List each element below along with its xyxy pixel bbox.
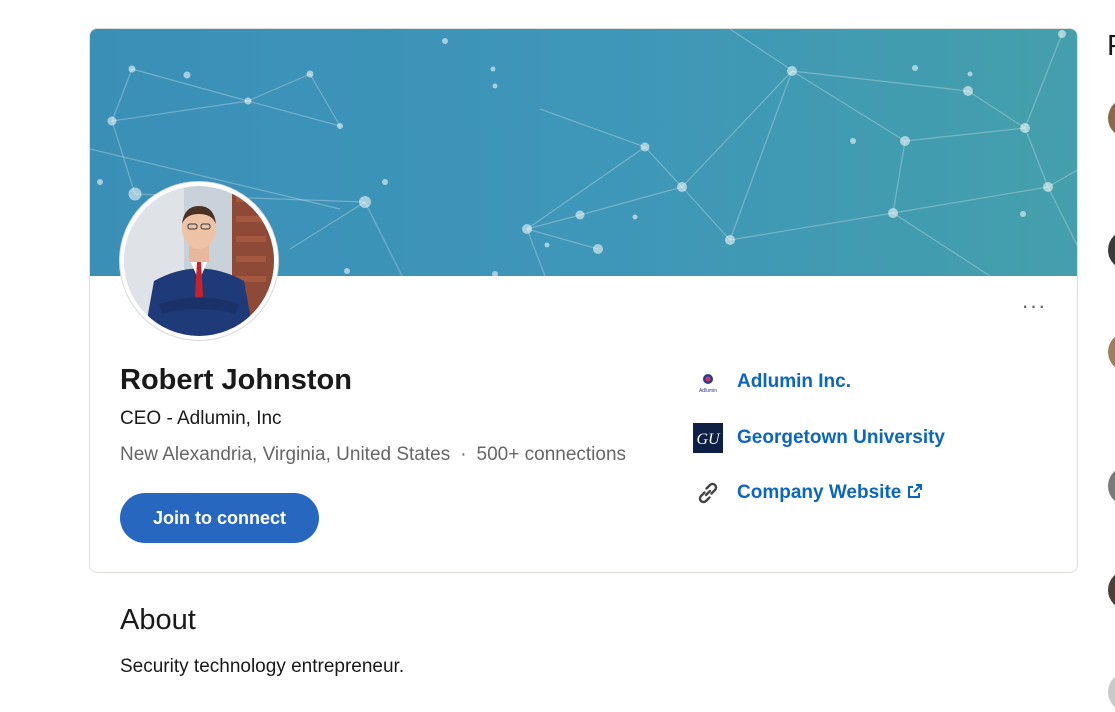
sidebar-avatar[interactable] xyxy=(1108,570,1115,610)
link-label[interactable]: Georgetown University xyxy=(737,427,945,449)
about-heading: About xyxy=(120,604,196,636)
link-georgetown[interactable]: GU Georgetown University xyxy=(693,422,945,454)
link-adlumin[interactable]: Adlumin Adlumin Inc. xyxy=(693,366,851,398)
more-options-button[interactable]: ··· xyxy=(1019,295,1049,317)
external-link-icon xyxy=(907,483,923,504)
link-label[interactable]: Company Website xyxy=(737,482,901,504)
profile-connections[interactable]: 500+ connections xyxy=(477,444,626,465)
sidebar-avatar[interactable] xyxy=(1108,672,1115,712)
link-company-website[interactable]: Company Website xyxy=(693,477,923,509)
sidebar-avatar[interactable] xyxy=(1108,466,1115,506)
link-label[interactable]: Adlumin Inc. xyxy=(737,371,851,393)
avatar xyxy=(120,182,278,340)
adlumin-logo-icon: Adlumin xyxy=(693,367,723,397)
profile-location: New Alexandria, Virginia, United States xyxy=(120,444,451,465)
profile-name: Robert Johnston xyxy=(120,364,352,396)
sidebar-heading: P xyxy=(1107,30,1115,63)
sidebar-avatar[interactable] xyxy=(1108,230,1115,270)
svg-text:Adlumin: Adlumin xyxy=(699,388,717,394)
svg-text:GU: GU xyxy=(696,431,721,448)
sidebar-avatar[interactable] xyxy=(1108,332,1115,372)
profile-photo-icon xyxy=(124,186,274,336)
sidebar-avatar[interactable] xyxy=(1108,98,1115,138)
join-to-connect-button[interactable]: Join to connect xyxy=(120,493,319,543)
profile-headline: CEO - Adlumin, Inc xyxy=(120,408,282,429)
profile-meta: New Alexandria, Virginia, United States ·… xyxy=(120,444,626,466)
georgetown-logo-icon: GU xyxy=(693,423,723,453)
about-text: Security technology entrepreneur. xyxy=(120,656,405,677)
meta-separator: · xyxy=(460,444,467,465)
link-icon xyxy=(693,478,723,508)
